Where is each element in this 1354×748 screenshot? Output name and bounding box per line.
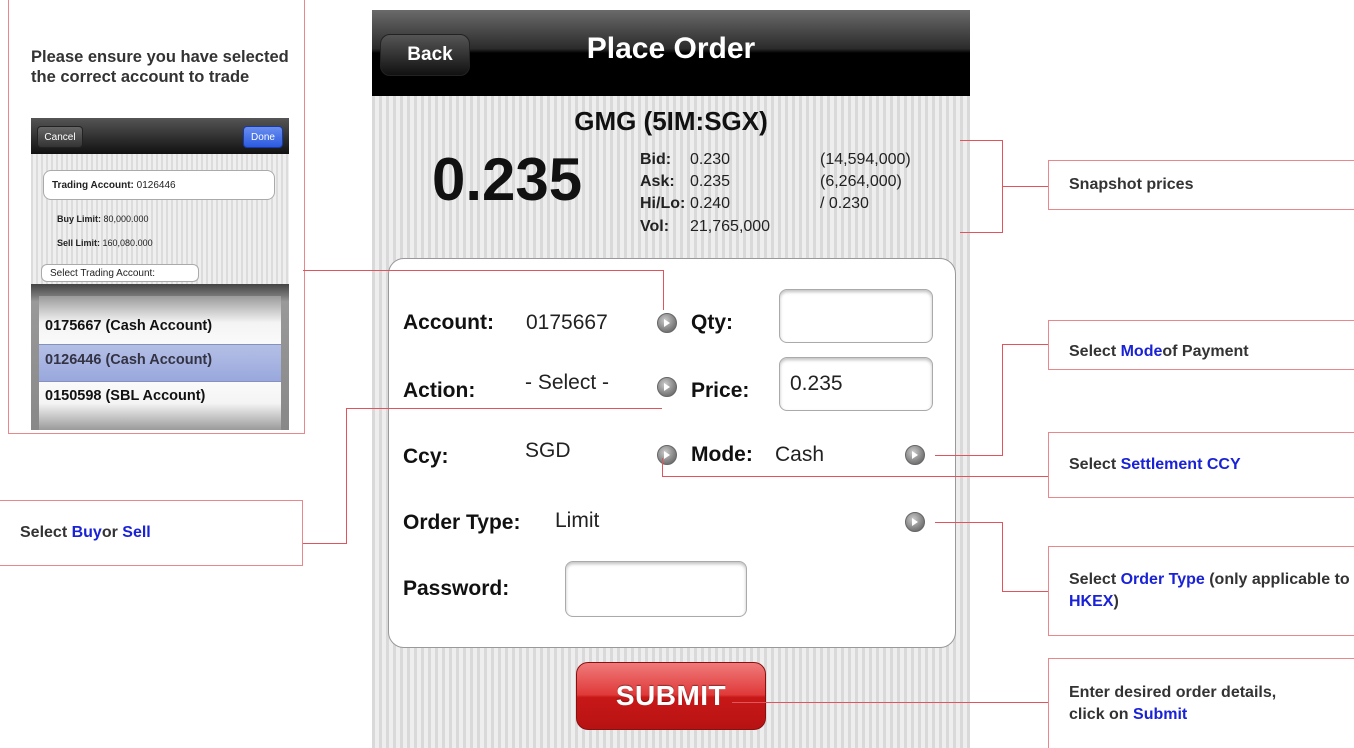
connector-line xyxy=(935,455,1003,456)
connector-line xyxy=(1002,344,1003,456)
qty-input[interactable] xyxy=(779,289,933,343)
picker-option[interactable]: 0150598 (SBL Account) xyxy=(45,388,205,404)
account-picker[interactable]: 0175667 (Cash Account) 0126446 (Cash Acc… xyxy=(31,284,289,430)
bid-label: Bid: xyxy=(640,151,672,168)
connector-line xyxy=(663,270,664,310)
callout-order-type: Select Order Type (only applicable to HK… xyxy=(1048,546,1354,636)
last-price: 0.235 xyxy=(432,146,583,213)
callout-highlight: Order Type xyxy=(1120,571,1205,588)
account-label: Account: xyxy=(403,311,494,334)
mini-trading-account-value: 0126446 xyxy=(136,179,176,191)
callout-highlight: HKEX xyxy=(1069,593,1114,610)
callout-text: ) xyxy=(1113,593,1119,610)
ccy-label: Ccy: xyxy=(403,445,449,468)
order-type-label: Order Type: xyxy=(403,511,521,534)
callout-text: Select xyxy=(1069,456,1117,473)
password-input[interactable] xyxy=(565,561,747,617)
connector-line xyxy=(1002,186,1048,187)
hilo-label: Hi/Lo: xyxy=(640,195,686,212)
connector-line xyxy=(732,702,1048,703)
mini-buy-limit-value: 80,000.000 xyxy=(103,214,149,224)
stock-name: GMG (5IM:SGX) xyxy=(574,106,768,136)
ask-qty: (6,264,000) xyxy=(820,173,902,190)
nav-bar: Back Place Order xyxy=(372,10,970,96)
connector-line xyxy=(303,543,347,544)
connector-line xyxy=(662,458,663,476)
picker-option[interactable]: 0175667 (Cash Account) xyxy=(45,318,212,334)
mode-value: Cash xyxy=(775,443,825,466)
qty-label: Qty: xyxy=(691,311,733,334)
vol-value: 21,765,000 xyxy=(690,218,771,235)
connector-line xyxy=(1002,522,1003,592)
price-label: Price: xyxy=(691,379,750,402)
callout-buy-sell: Select Buy or Sell xyxy=(0,500,303,566)
ccy-value: SGD xyxy=(525,439,571,462)
connector-line xyxy=(960,232,1002,233)
order-type-disclosure-icon[interactable] xyxy=(905,512,925,532)
mini-select-account-label: Select Trading Account: xyxy=(41,264,199,282)
mini-sell-limit-label: Sell Limit: xyxy=(57,238,101,248)
password-label: Password: xyxy=(403,577,510,600)
callout-text: Select xyxy=(1069,343,1117,360)
ask-label: Ask: xyxy=(640,173,675,190)
action-disclosure-icon[interactable] xyxy=(657,377,677,397)
action-value[interactable]: - Select - xyxy=(525,371,609,395)
mini-toolbar: Cancel Done xyxy=(31,118,289,154)
connector-line xyxy=(1002,591,1048,592)
callout-highlight: Buy xyxy=(71,524,102,541)
connector-line xyxy=(935,522,1003,523)
connector-line xyxy=(303,270,663,271)
mini-done-button[interactable]: Done xyxy=(243,126,283,148)
callout-submit: Enter desired order details, click on Su… xyxy=(1048,658,1354,748)
connector-line xyxy=(346,408,347,544)
account-picker-wheel[interactable]: 0175667 (Cash Account) 0126446 (Cash Acc… xyxy=(39,296,281,430)
lo-value: / 0.230 xyxy=(820,195,869,212)
mini-sell-limit-value: 160,080.000 xyxy=(102,238,153,248)
callout-text: of Payment xyxy=(1162,343,1249,360)
order-form: Account: 0175667 Qty: Action: - Select -… xyxy=(388,258,956,648)
mini-sell-limit: Sell Limit: 160,080.000 xyxy=(57,238,153,248)
callout-highlight: Submit xyxy=(1133,705,1188,723)
callout-highlight: Sell xyxy=(122,524,151,541)
order-type-value: Limit xyxy=(555,509,600,532)
callout-snapshot: Snapshot prices xyxy=(1048,160,1354,210)
callout-text: or xyxy=(101,524,118,541)
submit-button[interactable]: SUBMIT xyxy=(576,662,766,730)
callout-ccy: Select Settlement CCY xyxy=(1048,432,1354,498)
mode-disclosure-icon[interactable] xyxy=(905,445,925,465)
callout-highlight: Settlement CCY xyxy=(1120,456,1241,473)
connector-line xyxy=(960,140,1002,141)
bid-value: 0.230 xyxy=(690,151,731,168)
picker-option-selected[interactable]: 0126446 (Cash Account) xyxy=(45,352,212,368)
vol-label: Vol: xyxy=(640,218,670,235)
mini-trading-account: Trading Account: 0126446 xyxy=(43,170,275,200)
ccy-disclosure-icon[interactable] xyxy=(657,445,677,465)
hi-value: 0.240 xyxy=(690,195,731,212)
ask-value: 0.235 xyxy=(690,173,731,190)
page-title: Place Order xyxy=(586,32,756,65)
callout-mode: Select Mode of Payment xyxy=(1048,320,1354,370)
action-label: Action: xyxy=(403,379,476,402)
connector-line xyxy=(1002,344,1048,345)
mode-label: Mode: xyxy=(691,443,753,466)
price-input[interactable]: 0.235 xyxy=(779,357,933,411)
account-value: 0175667 xyxy=(526,311,608,334)
connector-line xyxy=(346,408,662,409)
mini-cancel-button[interactable]: Cancel xyxy=(37,126,83,148)
mini-buy-limit-label: Buy Limit: xyxy=(57,214,101,224)
mini-trading-account-label: Trading Account: xyxy=(52,179,134,191)
callout-text: (only applicable to xyxy=(1204,571,1350,588)
mini-buy-limit: Buy Limit: 80,000.000 xyxy=(57,214,149,224)
place-order-screen: Back Place Order GMG (5IM:SGX) 0.235 Bid… xyxy=(372,10,970,748)
account-selection-inset: Please ensure you have selected the corr… xyxy=(8,0,305,434)
mini-screenshot: Cancel Done Trading Account: 0126446 Buy… xyxy=(31,118,289,430)
connector-line xyxy=(662,476,1048,477)
account-disclosure-icon[interactable] xyxy=(657,313,677,333)
callout-highlight: Mode xyxy=(1120,343,1163,360)
inset-note: Please ensure you have selected the corr… xyxy=(31,48,289,86)
callout-text: Select xyxy=(1069,571,1121,588)
bid-qty: (14,594,000) xyxy=(820,151,911,168)
callout-text: Select xyxy=(20,524,68,541)
